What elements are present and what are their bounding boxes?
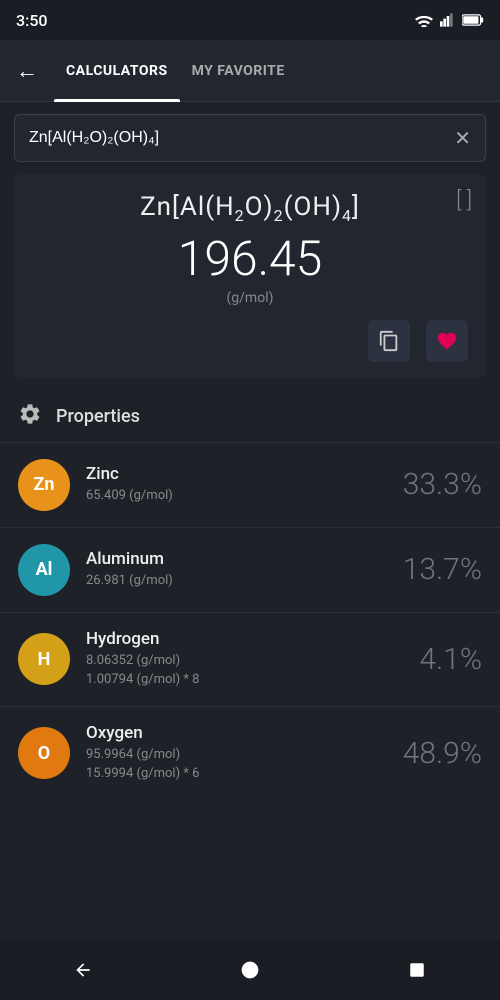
action-row: [32, 320, 468, 362]
oxygen-name: Oxygen: [86, 723, 366, 743]
zinc-info: Zinc 65.409 (g/mol): [86, 464, 366, 506]
back-button[interactable]: ←: [16, 58, 38, 84]
oxygen-badge: O: [18, 727, 70, 779]
aluminum-name: Aluminum: [86, 549, 366, 569]
aluminum-badge: Al: [18, 544, 70, 596]
zinc-molar: 65.409 (g/mol): [86, 486, 366, 506]
hydrogen-extra: 1.00794 (g/mol) * 8: [86, 670, 366, 690]
top-nav: ← CALCULATORS MY FAVORITE: [0, 40, 500, 102]
nav-back-icon: [73, 960, 93, 980]
zinc-name: Zinc: [86, 464, 366, 484]
aluminum-molar: 26.981 (g/mol): [86, 571, 366, 591]
battery-icon: [462, 14, 484, 26]
result-card: [ ] Zn[Al(H2O)2(OH)4] 196.45 (g/mol): [14, 174, 486, 378]
gear-icon: [18, 402, 42, 432]
element-row-hydrogen: H Hydrogen 8.06352 (g/mol) 1.00794 (g/mo…: [0, 612, 500, 706]
element-row-oxygen: O Oxygen 95.9964 (g/mol) 15.9994 (g/mol)…: [0, 706, 500, 800]
nav-recent-button[interactable]: [392, 945, 442, 995]
aluminum-percent: 13.7%: [382, 552, 482, 587]
oxygen-percent: 48.9%: [382, 736, 482, 771]
hydrogen-molar: 8.06352 (g/mol): [86, 651, 366, 671]
hydrogen-badge: H: [18, 633, 70, 685]
tab-calculators[interactable]: CALCULATORS: [54, 40, 180, 102]
oxygen-extra: 15.9994 (g/mol) * 6: [86, 764, 366, 784]
heart-icon: [436, 330, 458, 352]
status-bar: 3:50: [0, 0, 500, 40]
nav-home-button[interactable]: [225, 945, 275, 995]
clear-icon[interactable]: ✕: [454, 126, 471, 150]
hydrogen-percent: 4.1%: [382, 642, 482, 677]
nav-recent-icon: [408, 961, 426, 979]
search-bar[interactable]: ✕: [14, 114, 486, 162]
favorite-button[interactable]: [426, 320, 468, 362]
unit-label: (g/mol): [32, 290, 468, 306]
tab-bar: CALCULATORS MY FAVORITE: [54, 40, 484, 102]
status-time: 3:50: [16, 11, 48, 30]
bottom-nav: [0, 940, 500, 1000]
settings-gear-icon: [18, 402, 42, 426]
properties-title: Properties: [56, 406, 140, 427]
status-icons: [414, 13, 484, 27]
oxygen-info: Oxygen 95.9964 (g/mol) 15.9994 (g/mol) *…: [86, 723, 366, 784]
zinc-percent: 33.3%: [382, 467, 482, 502]
oxygen-molar: 95.9964 (g/mol): [86, 745, 366, 765]
molar-mass-value: 196.45: [32, 233, 468, 286]
element-row-zinc: Zn Zinc 65.409 (g/mol) 33.3%: [0, 442, 500, 527]
properties-section: Properties Zn Zinc 65.409 (g/mol) 33.3% …: [0, 388, 500, 800]
copy-button[interactable]: [368, 320, 410, 362]
search-input[interactable]: [29, 129, 454, 147]
aluminum-info: Aluminum 26.981 (g/mol): [86, 549, 366, 591]
formula-display: Zn[Al(H2O)2(OH)4]: [32, 192, 468, 225]
hydrogen-name: Hydrogen: [86, 629, 366, 649]
zinc-badge: Zn: [18, 459, 70, 511]
nav-home-icon: [240, 960, 260, 980]
copy-icon: [378, 330, 400, 352]
element-row-aluminum: Al Aluminum 26.981 (g/mol) 13.7%: [0, 527, 500, 612]
nav-back-button[interactable]: [58, 945, 108, 995]
signal-icon: [440, 13, 456, 27]
wifi-icon: [414, 13, 434, 27]
bracket-icon[interactable]: [ ]: [456, 188, 472, 213]
hydrogen-info: Hydrogen 8.06352 (g/mol) 1.00794 (g/mol)…: [86, 629, 366, 690]
tab-my-favorite[interactable]: MY FAVORITE: [180, 40, 297, 102]
properties-header: Properties: [0, 388, 500, 442]
